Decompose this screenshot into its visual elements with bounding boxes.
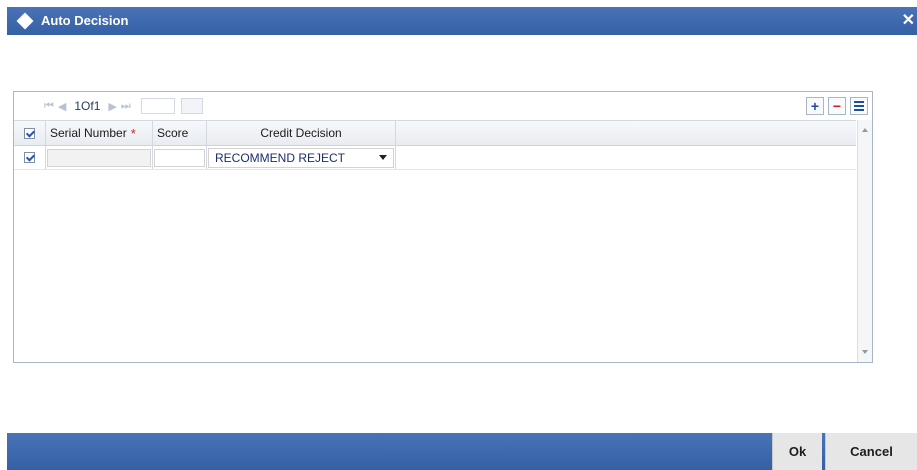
first-page-icon[interactable]: ⏮ [44, 100, 54, 113]
list-icon [854, 101, 864, 111]
previous-page-icon[interactable]: ◀ [58, 100, 66, 113]
add-row-button[interactable]: + [806, 97, 824, 115]
single-view-button[interactable] [850, 97, 868, 115]
next-page-icon[interactable]: ▶ [108, 100, 116, 113]
diamond-icon [16, 12, 34, 30]
decision-table: Serial Number * Score Credit Decision RE… [14, 120, 856, 170]
auto-decision-grid-panel: ⏮ ◀ 1Of1 ▶ ⏭ + − Serial Number * Score C… [13, 91, 873, 363]
dropdown-arrow-icon [379, 155, 387, 160]
vertical-scrollbar[interactable] [857, 120, 872, 362]
row-checkbox[interactable] [24, 152, 35, 163]
grid-toolbar: ⏮ ◀ 1Of1 ▶ ⏭ + − [14, 92, 872, 120]
ok-button[interactable]: Ok [772, 433, 822, 470]
table-row: RECOMMEND REJECT [14, 146, 856, 170]
serial-number-cell [46, 146, 153, 169]
select-all-checkbox[interactable] [24, 127, 35, 139]
dialog-footer: Ok Cancel [7, 433, 917, 470]
go-to-page-input[interactable] [140, 98, 175, 114]
page-info: 1Of1 [74, 99, 101, 113]
credit-decision-select[interactable]: RECOMMEND REJECT [208, 147, 394, 168]
row-select-cell [14, 146, 46, 169]
serial-number-input[interactable] [47, 148, 151, 167]
score-input[interactable] [154, 148, 205, 167]
grid-tools: + − [806, 97, 868, 115]
dialog-title: Auto Decision [41, 13, 129, 28]
score-header: Score [153, 121, 207, 145]
credit-decision-value: RECOMMEND REJECT [215, 150, 346, 165]
scroll-up-icon[interactable] [862, 128, 868, 132]
dialog-title-bar: Auto Decision ✕ [7, 7, 917, 35]
table-header: Serial Number * Score Credit Decision [14, 120, 856, 146]
credit-decision-header: Credit Decision [207, 121, 396, 145]
credit-decision-cell: RECOMMEND REJECT [207, 146, 396, 169]
score-cell [153, 146, 207, 169]
plus-icon: + [810, 98, 820, 114]
go-button[interactable] [180, 98, 203, 114]
cancel-button[interactable]: Cancel [825, 433, 917, 470]
last-page-icon[interactable]: ⏭ [121, 100, 131, 113]
scroll-down-icon[interactable] [862, 350, 868, 354]
serial-number-label: Serial Number [50, 126, 127, 140]
close-icon[interactable]: ✕ [902, 10, 915, 30]
required-asterisk: * [130, 125, 136, 141]
select-all-cell [14, 121, 46, 145]
serial-number-header: Serial Number * [46, 121, 153, 145]
delete-row-button[interactable]: − [828, 97, 846, 115]
dialog-body: ⏮ ◀ 1Of1 ▶ ⏭ + − Serial Number * Score C… [7, 35, 917, 433]
pagination: ⏮ ◀ 1Of1 ▶ ⏭ [44, 98, 203, 114]
minus-icon: − [832, 98, 842, 114]
